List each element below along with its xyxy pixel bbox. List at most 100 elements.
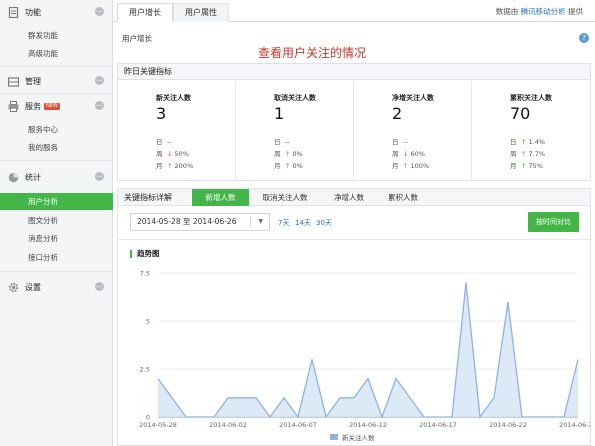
sidebar-section-function[interactable]: 功能 — [0, 3, 113, 21]
metric-day-change: -- [167, 138, 172, 146]
row-label: 周 [392, 150, 399, 158]
compare-by-time-button[interactable]: 按时间对比 [528, 212, 579, 232]
trend-chart: 02.557.52014-05-28 2014-06-02 2014-06-07 20… [139, 270, 590, 443]
help-icon[interactable]: ? [579, 33, 589, 43]
collapse-icon[interactable]: — [95, 282, 104, 291]
metric-week-change: 50% [174, 150, 189, 158]
metric-month-change: 100% [410, 162, 430, 170]
arrow-up-icon: ↑ [521, 150, 527, 158]
row-label: 日 [510, 138, 517, 146]
x-tick-label: 2014-06-27 [559, 421, 590, 429]
range-14-days[interactable]: 14天 [295, 218, 311, 228]
sidebar-section-label: 服务 [25, 101, 41, 111]
date-range-picker[interactable]: 2014-05-28 至 2014-06-26 ▼ [130, 213, 270, 231]
tab-unfollow[interactable]: 取消关注人数 [250, 189, 320, 206]
tab-cumulative[interactable]: 累积人数 [376, 189, 430, 206]
metric-day-row: 日 -- [392, 137, 408, 147]
x-tick-label: 2014-06-22 [489, 421, 527, 429]
tab-new-users[interactable]: 新增人数 [192, 189, 249, 206]
top-tab-bar: 用户增长 用户属性 数据由 腾讯移动分析 提供 [113, 0, 595, 22]
x-tick-label: 2014-06-17 [419, 421, 457, 429]
tab-user-attributes[interactable]: 用户属性 [173, 3, 229, 22]
document-icon [8, 6, 19, 18]
arrow-up-icon: ↑ [285, 162, 291, 170]
divider [0, 66, 112, 67]
series-area [158, 282, 578, 417]
metric-month-change: 200% [174, 162, 194, 170]
pie-chart-icon [8, 172, 19, 182]
metric-card: 净增关注人数 2 日 -- 周 ↓ 60% 月 ↑ 100% [354, 81, 472, 181]
metric-name: 累积关注人数 [510, 94, 552, 102]
collapse-icon[interactable]: — [95, 101, 104, 110]
sidebar-item-message-analysis[interactable]: 消息分析 [0, 230, 113, 247]
legend-swatch [330, 434, 338, 440]
yesterday-metrics-panel: 昨日关键指标 新关注人数 3 日 -- 周 ↓ 50% 月 ↑ 200% 取消关注人数 1 日 -- 周… [117, 63, 591, 181]
chart-area: 趋势图 0 2.5 5 7.5 2014-05-28 2014-06-02 2014-06-… [118, 239, 590, 445]
metric-month-row: 月 ↑ 0% [274, 161, 303, 171]
collapse-icon[interactable]: — [95, 172, 104, 181]
metric-name: 净增关注人数 [392, 94, 434, 102]
sidebar-item-user-analysis[interactable]: 用户分析 [0, 193, 113, 210]
sidebar-section-manage[interactable]: 管理 — [0, 72, 113, 90]
sidebar-item-api-analysis[interactable]: 接口分析 [0, 249, 113, 266]
provider-prefix: 数据由 [495, 7, 519, 16]
panel-title: 昨日关键指标 [118, 64, 590, 80]
range-30-days[interactable]: 30天 [316, 218, 332, 228]
row-label: 周 [510, 150, 517, 158]
sidebar-section-stats[interactable]: 统计 — [0, 168, 113, 186]
detail-title: 关键指标详解 [124, 193, 172, 202]
divider [0, 160, 112, 161]
metric-day-row: 日 -- [156, 137, 172, 147]
tab-net-growth[interactable]: 净增人数 [323, 189, 375, 206]
y-tick-label: 7.5 [140, 270, 150, 278]
metric-day-row: 日 ↑ 1.4% [510, 137, 545, 147]
metric-day-change: 1.4% [528, 138, 546, 146]
metric-card: 取消关注人数 1 日 -- 周 ↑ 0% 月 ↑ 0% [236, 81, 354, 181]
row-label: 周 [274, 150, 281, 158]
divider [0, 93, 112, 94]
divider [250, 216, 251, 228]
tab-user-growth[interactable]: 用户增长 [117, 3, 173, 22]
sidebar-item-article-analysis[interactable]: 图文分析 [0, 212, 113, 229]
collapse-icon[interactable]: — [95, 76, 104, 85]
x-tick-label: 2014-05-28 [139, 421, 177, 429]
metric-week-row: 周 ↓ 60% [392, 149, 425, 159]
sidebar-item-my-service[interactable]: 我的服务 [0, 139, 113, 156]
sidebar-section-label: 设置 [25, 282, 41, 292]
arrow-down-icon: ↓ [167, 150, 173, 158]
row-label: 月 [510, 162, 517, 170]
metric-name: 新关注人数 [156, 94, 191, 102]
arrow-up-icon: ↑ [167, 162, 173, 170]
provider-link[interactable]: 腾讯移动分析 [521, 7, 566, 16]
metric-detail-panel: 关键指标详解 新增人数 取消关注人数 净增人数 累积人数 2014-05-28 … [117, 188, 591, 446]
metric-day-change: -- [285, 138, 290, 146]
sidebar: 功能 — 群发功能 高级功能 管理 — 服务 NEW — 服务中心 我的服务 统… [0, 0, 113, 446]
metric-card: 新关注人数 3 日 -- 周 ↓ 50% 月 ↑ 200% [118, 81, 236, 181]
page-title: 用户增长 [122, 34, 152, 43]
sidebar-item-service-center[interactable]: 服务中心 [0, 121, 113, 138]
row-label: 日 [392, 138, 399, 146]
data-provider-note: 数据由 腾讯移动分析 提供 [496, 6, 583, 17]
metric-value: 3 [156, 104, 167, 123]
collapse-icon[interactable]: — [95, 7, 104, 16]
sidebar-item-mass-send[interactable]: 群发功能 [0, 27, 113, 44]
x-tick-label: 2014-06-02 [209, 421, 247, 429]
provider-suffix: 提供 [568, 7, 583, 16]
metric-name: 取消关注人数 [274, 94, 316, 102]
row-label: 日 [274, 138, 281, 146]
date-from: 2014-05-28 [137, 217, 181, 226]
chevron-down-icon: ▼ [258, 218, 263, 225]
sidebar-item-advanced[interactable]: 高级功能 [0, 45, 113, 62]
sidebar-section-service[interactable]: 服务 NEW — [0, 97, 113, 115]
divider [0, 271, 112, 272]
row-label: 月 [392, 162, 399, 170]
metric-month-row: 月 ↑ 75% [510, 161, 543, 171]
y-tick-label: 2.5 [140, 366, 150, 374]
row-label: 月 [274, 162, 281, 170]
metric-month-change: 0% [292, 162, 303, 170]
sidebar-section-settings[interactable]: 设置 — [0, 278, 113, 296]
range-7-days[interactable]: 7天 [278, 218, 289, 228]
metric-value: 1 [274, 104, 285, 123]
metric-value: 70 [510, 104, 531, 123]
metric-month-row: 月 ↑ 200% [156, 161, 193, 171]
